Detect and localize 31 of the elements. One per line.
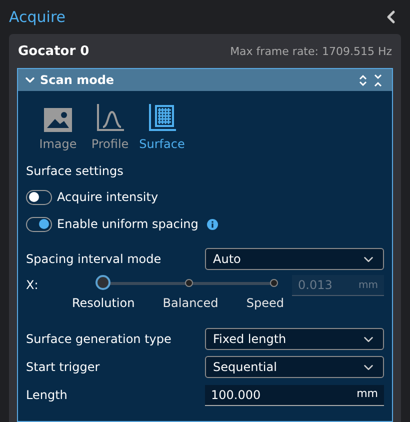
sensor-name: Gocator 0	[18, 43, 90, 62]
toggle-switch[interactable]	[26, 190, 52, 204]
field-label: Spacing interval mode	[26, 251, 162, 268]
image-icon	[43, 107, 73, 133]
mode-tab[interactable]: Surface	[142, 101, 182, 153]
section-title: Scan mode	[40, 72, 114, 89]
collapse-icon[interactable]	[373, 74, 383, 86]
expand-icon[interactable]	[358, 74, 368, 86]
panel-title: Acquire	[9, 6, 66, 28]
settings-heading: Surface settings	[26, 163, 124, 180]
toggle-label: Acquire intensity	[57, 189, 158, 206]
slider-stop-label: Speed	[246, 295, 284, 312]
axis-label: X:	[26, 277, 40, 294]
field-label: Length	[26, 387, 68, 404]
frame-rate-text: Max frame rate: 1709.515 Hz	[230, 44, 392, 60]
slider-stop-label: Resolution	[72, 295, 135, 312]
profile-curve-icon	[95, 103, 125, 133]
length-field[interactable]: 100.000 mm	[205, 384, 384, 406]
dropdown[interactable]: Auto	[205, 248, 384, 270]
mode-tab[interactable]: Profile	[90, 101, 130, 153]
grid-surface-icon	[147, 103, 177, 133]
toggle-switch[interactable]	[26, 216, 52, 232]
dropdown[interactable]: Fixed length	[205, 328, 384, 350]
mode-tab[interactable]: Image	[38, 101, 78, 153]
slider-stop-label: Balanced	[162, 295, 218, 312]
field-label: Start trigger	[26, 359, 100, 376]
panel-header[interactable]: Scan mode	[18, 69, 392, 91]
info-icon[interactable]	[207, 218, 218, 230]
toggle-label: Enable uniform spacing	[57, 216, 198, 233]
field-label: Surface generation type	[26, 331, 172, 348]
dropdown[interactable]: Sequential	[205, 356, 384, 378]
